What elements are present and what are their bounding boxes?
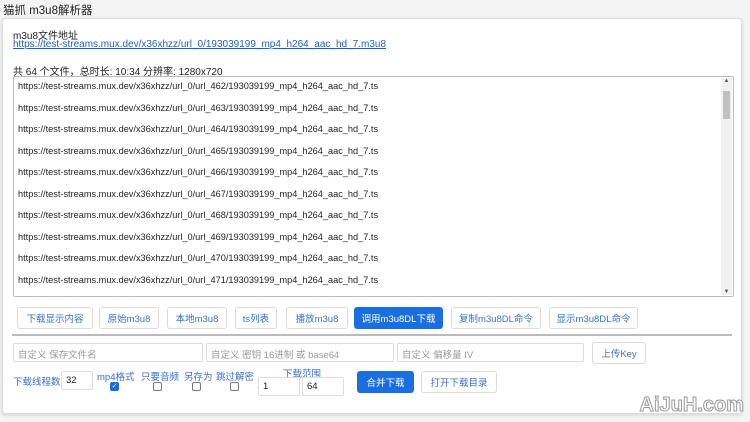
audio-only-checkbox[interactable]: [153, 382, 162, 391]
scrollbar-thumb[interactable]: [723, 91, 730, 119]
iv-input[interactable]: 自定义 偏移量 IV: [397, 343, 584, 362]
filename-input[interactable]: 自定义 保存文件名: [13, 343, 203, 362]
scroll-up-arrow-icon[interactable]: ▲: [721, 78, 732, 84]
upload-key-button[interactable]: 上传Key: [592, 342, 646, 364]
m3u8dl-download-button[interactable]: 调用m3u8DL下载: [354, 307, 443, 329]
local-m3u8-button[interactable]: 本地m3u8: [167, 307, 227, 329]
ts-line: https://test-streams.mux.dev/x36xhzz/url…: [18, 274, 379, 285]
open-download-dir-button[interactable]: 打开下载目录: [421, 371, 497, 393]
audio-only-label: 只要音频: [141, 372, 180, 383]
watermark: AiJuH.com: [639, 394, 744, 417]
ts-line: https://test-streams.mux.dev/x36xhzz/url…: [18, 167, 379, 177]
save-as-checkbox[interactable]: [192, 382, 201, 391]
range-end-input[interactable]: 64: [302, 377, 344, 396]
show-m3u8dl-command-button[interactable]: 显示m3u8DL命令: [549, 307, 638, 329]
range-start-input[interactable]: 1: [258, 377, 300, 396]
threads-label: 下载线程数: [13, 377, 61, 388]
skip-decrypt-checkbox[interactable]: [230, 382, 239, 391]
skip-decrypt-label: 跳过解密: [216, 372, 255, 383]
ts-line: https://test-streams.mux.dev/x36xhzz/url…: [18, 231, 379, 242]
raw-m3u8-button[interactable]: 原始m3u8: [99, 307, 159, 329]
key-input[interactable]: 自定义 密钥 16进制 或 base64: [206, 343, 394, 362]
scrollbar[interactable]: ▲ ▼: [721, 78, 732, 295]
save-as-label: 另存为: [184, 372, 213, 383]
main-panel: m3u8文件地址 https://test-streams.mux.dev/x3…: [2, 18, 742, 414]
ts-line: https://test-streams.mux.dev/x36xhzz/url…: [18, 102, 379, 113]
ts-list-textarea[interactable]: https://test-streams.mux.dev/x36xhzz/url…: [13, 76, 734, 297]
ts-line: https://test-streams.mux.dev/x36xhzz/url…: [18, 124, 379, 134]
copy-m3u8dl-command-button[interactable]: 复制m3u8DL命令: [451, 307, 541, 329]
ts-line: https://test-streams.mux.dev/x36xhzz/url…: [18, 210, 379, 220]
merge-download-button[interactable]: 合并下载: [357, 371, 414, 393]
ts-line: https://test-streams.mux.dev/x36xhzz/url…: [18, 81, 379, 91]
window-title: 猫抓 m3u8解析器: [3, 5, 93, 17]
play-m3u8-button[interactable]: 播放m3u8: [286, 307, 348, 329]
source-url-link[interactable]: https://test-streams.mux.dev/x36xhzz/url…: [13, 39, 386, 50]
ts-line: https://test-streams.mux.dev/x36xhzz/url…: [18, 145, 379, 156]
download-shown-button[interactable]: 下载显示内容: [17, 307, 93, 329]
scroll-down-arrow-icon[interactable]: ▼: [721, 289, 732, 295]
ts-line: https://test-streams.mux.dev/x36xhzz/url…: [18, 253, 379, 263]
mp4-label: mp4格式: [97, 372, 135, 383]
ts-list-button[interactable]: ts列表: [235, 307, 277, 329]
threads-input[interactable]: 32: [61, 371, 93, 390]
ts-line: https://test-streams.mux.dev/x36xhzz/url…: [18, 188, 379, 199]
mp4-checkbox[interactable]: ✓: [110, 382, 119, 391]
divider: [12, 334, 732, 336]
